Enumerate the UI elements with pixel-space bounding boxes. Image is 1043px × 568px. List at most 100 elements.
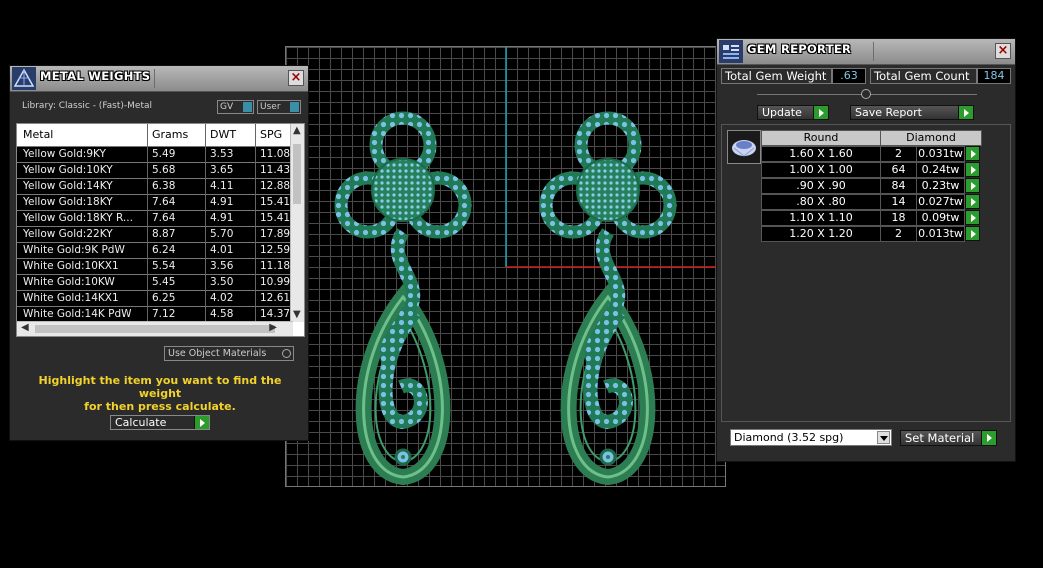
table-cell: 12.61: [260, 292, 291, 304]
table-row[interactable]: Yellow Gold:14KY 6.38 4.11 12.88: [17, 178, 293, 194]
title-grip: [873, 42, 874, 61]
table-row[interactable]: White Gold:14K PdW 7.12 4.58 14.37: [17, 306, 293, 322]
close-icon[interactable]: ×: [995, 43, 1011, 59]
table-cell: 3.50: [210, 276, 234, 288]
table-cell: 5.54: [152, 260, 176, 272]
horizontal-scrollbar[interactable]: ◀ ▶: [17, 321, 293, 336]
gem-reporter-titlebar[interactable]: GEM REPORTER ×: [717, 39, 1015, 65]
gem-select-arrow-icon[interactable]: [965, 146, 980, 161]
table-cell: Yellow Gold:14KY: [23, 180, 113, 192]
scroll-thumb[interactable]: [293, 144, 301, 204]
instruction-text: Highlight the item you want to find the …: [38, 374, 282, 413]
table-cell: 11.43: [260, 164, 291, 176]
library-label: Library: Classic - (Fast)-Metal: [22, 101, 153, 111]
gem-reporter-panel: GEM REPORTER × Total Gem Weight .63 Tota…: [716, 38, 1016, 462]
table-cell: 3.53: [210, 148, 234, 160]
hscroll-thumb[interactable]: [35, 325, 275, 333]
table-cell: 15.41: [260, 212, 291, 224]
table-cell: White Gold:14K PdW: [23, 308, 132, 320]
gem-weight-cell: 0.24tw: [916, 162, 965, 178]
gem-count-cell: 84: [880, 178, 917, 194]
material-dropdown[interactable]: Diamond (3.52 spg): [730, 429, 892, 446]
table-cell: 8.87: [152, 228, 176, 240]
table-cell: 4.91: [210, 212, 234, 224]
table-cell: White Gold:9K PdW: [23, 244, 125, 256]
gem-size-cell: 1.20 X 1.20: [761, 226, 881, 242]
table-cell: 6.25: [152, 292, 176, 304]
set-material-button[interactable]: Set Material: [900, 430, 997, 446]
gem-count-cell: 18: [880, 210, 917, 226]
gem-select-arrow-icon[interactable]: [965, 194, 980, 209]
table-cell: 6.24: [152, 244, 176, 256]
design-viewport[interactable]: [285, 46, 727, 488]
metal-weights-titlebar[interactable]: METAL WEIGHTS ×: [10, 66, 308, 92]
dropdown-arrow-icon[interactable]: [877, 431, 890, 444]
user-toggle[interactable]: User: [257, 100, 301, 114]
table-row[interactable]: Yellow Gold:9KY 5.49 3.53 11.08: [17, 146, 293, 162]
table-cell: White Gold:10KW: [23, 276, 115, 288]
table-cell: Yellow Gold:22KY: [23, 228, 113, 240]
table-cell: White Gold:14KX1: [23, 292, 119, 304]
table-cell: 5.70: [210, 228, 234, 240]
gem-count-cell: 14: [880, 194, 917, 210]
vertical-scrollbar[interactable]: ▲ ▼: [290, 124, 304, 322]
table-cell: 17.89: [260, 228, 291, 240]
table-row[interactable]: Yellow Gold:10KY 5.68 3.65 11.43: [17, 162, 293, 178]
table-row[interactable]: Yellow Gold:22KY 8.87 5.70 17.89: [17, 226, 293, 242]
right-earring: [546, 118, 670, 477]
material-header: Diamond: [880, 130, 982, 146]
table-cell: 4.02: [210, 292, 234, 304]
calculate-button[interactable]: Calculate: [110, 415, 210, 430]
save-report-button[interactable]: Save Report: [850, 105, 974, 120]
table-cell: 7.12: [152, 308, 176, 320]
table-cell: 4.58: [210, 308, 234, 320]
table-row[interactable]: White Gold:10KW 5.45 3.50 10.99: [17, 274, 293, 290]
table-cell: 12.88: [260, 180, 291, 192]
table-row[interactable]: White Gold:10KX1 5.54 3.56 11.18: [17, 258, 293, 274]
gv-toggle[interactable]: GV: [217, 100, 254, 114]
table-cell: 6.38: [152, 180, 176, 192]
gem-size-cell: 1.10 X 1.10: [761, 210, 881, 226]
gem-shape-icon[interactable]: [727, 130, 761, 164]
close-icon[interactable]: ×: [288, 70, 304, 86]
gem-size-cell: .90 X .90: [761, 178, 881, 194]
gem-weight-cell: 0.23tw: [916, 178, 965, 194]
gem-select-arrow-icon[interactable]: [965, 178, 980, 193]
table-cell: 4.91: [210, 196, 234, 208]
gem-size-cell: 1.00 X 1.00: [761, 162, 881, 178]
total-weight-value: .63: [832, 68, 866, 84]
arrow-right-icon: [194, 416, 209, 429]
table-cell: Yellow Gold:18KY R...: [23, 212, 133, 224]
table-cell: 5.49: [152, 148, 176, 160]
update-button[interactable]: Update: [757, 105, 829, 120]
total-weight-label: Total Gem Weight: [721, 68, 832, 84]
table-cell: Yellow Gold:18KY: [23, 196, 113, 208]
table-row[interactable]: White Gold:14KX1 6.25 4.02 12.61: [17, 290, 293, 306]
gem-weight-cell: 0.09tw: [916, 210, 965, 226]
left-earring: [341, 118, 465, 477]
metal-weights-table[interactable]: Metal Grams DWT SPG Yellow Gold:9KY 5.49 3…: [16, 123, 305, 337]
arrow-right-icon: [981, 431, 996, 445]
table-row[interactable]: White Gold:9K PdW 6.24 4.01 12.59: [17, 242, 293, 258]
table-row[interactable]: Yellow Gold:18KY 7.64 4.91 15.41: [17, 194, 293, 210]
panel-logo-icon: [719, 40, 743, 63]
metal-weights-panel: METAL WEIGHTS × Library: Classic - (Fast…: [9, 65, 309, 441]
table-cell: 7.64: [152, 212, 176, 224]
divider-knob[interactable]: [861, 89, 871, 99]
gem-select-arrow-icon[interactable]: [965, 162, 980, 177]
table-cell: 15.41: [260, 196, 291, 208]
gem-select-arrow-icon[interactable]: [965, 226, 980, 241]
table-cell: 3.65: [210, 164, 234, 176]
gem-size-cell: 1.60 X 1.60: [761, 146, 881, 162]
metal-weights-title: METAL WEIGHTS: [40, 69, 151, 83]
gem-weight-cell: 0.013tw: [916, 226, 965, 242]
table-cell: 10.99: [260, 276, 291, 288]
table-row[interactable]: Yellow Gold:18KY R... 7.64 4.91 15.41: [17, 210, 293, 226]
gem-weight-cell: 0.027tw: [916, 194, 965, 210]
gem-select-arrow-icon[interactable]: [965, 210, 980, 225]
earring-render: [286, 47, 727, 488]
gem-reporter-title: GEM REPORTER: [747, 42, 852, 56]
table-cell: Yellow Gold:9KY: [23, 148, 106, 160]
table-cell: 3.56: [210, 260, 234, 272]
use-object-materials-toggle[interactable]: Use Object Materials: [164, 346, 294, 361]
